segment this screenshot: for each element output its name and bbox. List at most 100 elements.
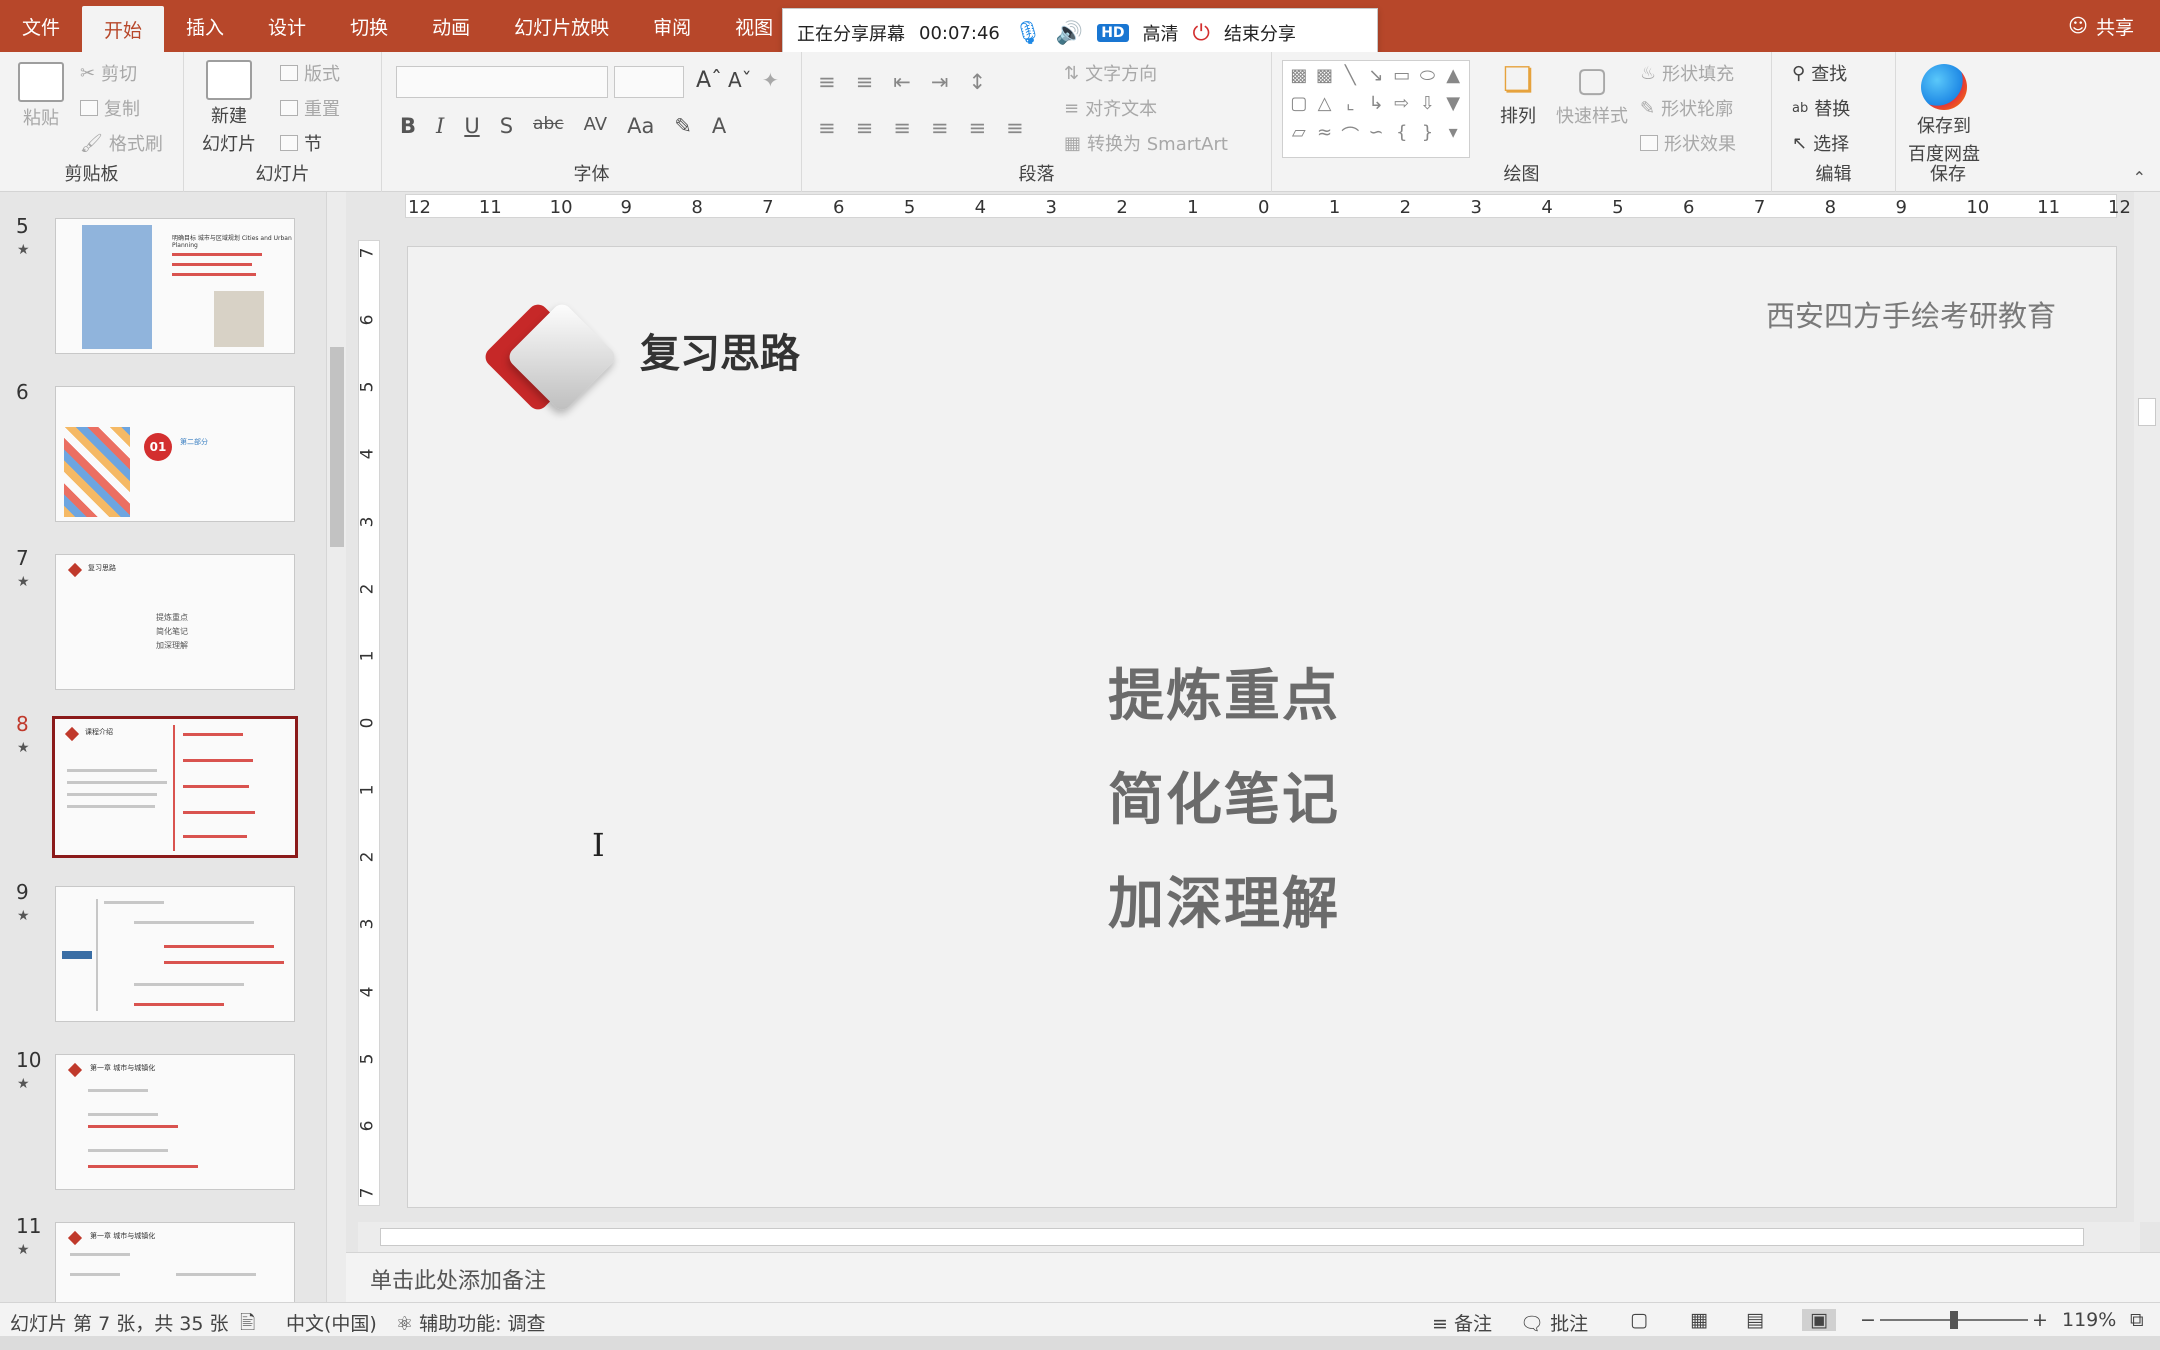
thumbnail-slide-10[interactable]: 第一章 城市与城镇化 [55,1054,295,1190]
find-button[interactable]: ⚲ 查找 [1792,60,1847,86]
tab-animations[interactable]: 动画 [410,0,492,52]
share-button[interactable]: ☺ 共享 [2068,0,2134,52]
save-to-baidu-button[interactable]: 保存到 百度网盘 [1908,64,1980,166]
replace-button[interactable]: ab 替换 [1792,95,1850,121]
thumbnail-slide-7[interactable]: 复习思路 提炼重点 简化笔记 加深理解 [55,554,295,690]
notes-button[interactable]: ≡ 备注 [1432,1309,1492,1336]
rectangle-shape-icon[interactable]: ▭ [1390,65,1414,91]
numbering-icon[interactable]: ≡ [856,70,874,94]
comments-button[interactable]: 🗨 批注 [1520,1309,1588,1336]
distribute-icon[interactable]: ≡ [968,116,986,140]
slide-heading[interactable]: 复习思路 [640,321,800,379]
scribble-shape-icon[interactable]: ≈ [1313,122,1337,153]
speaker-icon[interactable]: 🔊 [1056,21,1083,46]
zoom-level[interactable]: 119% [2062,1309,2116,1331]
right-brace-shape-icon[interactable]: } [1416,122,1440,153]
elbow-arrow-icon[interactable]: ↳ [1364,93,1388,119]
tab-home[interactable]: 开始 [82,6,165,52]
align-right-icon[interactable]: ≡ [893,116,911,140]
section-button[interactable]: 节 [280,130,322,156]
font-color-button[interactable]: A [712,114,726,138]
layout-button[interactable]: 版式 [280,60,340,86]
bullets-icon[interactable]: ≡ [818,70,836,94]
zoom-out-icon[interactable]: − [1860,1309,1876,1331]
tab-design[interactable]: 设计 [246,0,328,52]
bold-button[interactable]: B [400,114,416,138]
elbow-connector-icon[interactable]: ⌞ [1338,93,1362,119]
align-left-icon[interactable]: ≡ [818,116,836,140]
slideshow-view-icon[interactable]: ▣ [1802,1309,1836,1331]
reset-button[interactable]: 重置 [280,95,340,121]
reading-view-icon[interactable]: ▤ [1746,1309,1764,1331]
slide-point-1[interactable]: 提炼重点 [1108,651,1340,732]
smartart-button[interactable]: ▦ 转换为 SmartArt [1064,130,1228,156]
scrollbar-thumb[interactable] [330,347,344,547]
arrow-line-shape-icon[interactable]: ↘ [1364,65,1388,91]
fit-to-window-icon[interactable]: ⧉ [2130,1309,2144,1331]
down-arrow-shape-icon[interactable]: ⇩ [1416,93,1440,119]
line-spacing-icon[interactable]: ↕ [968,70,986,94]
zoom-in-icon[interactable]: + [2032,1309,2048,1331]
rounded-rect-shape-icon[interactable]: ▢ [1287,93,1311,119]
tab-insert[interactable]: 插入 [164,0,246,52]
columns-icon[interactable]: ≡ [1006,116,1024,140]
strikethrough-button[interactable]: abc [533,114,564,138]
char-spacing-button[interactable]: AV [584,114,607,138]
notes-pane[interactable]: 单击此处添加备注 [346,1252,2160,1302]
gallery-more-icon[interactable]: ▾ [1441,122,1465,153]
vertical-textbox-shape-icon[interactable]: ▩ [1313,65,1337,91]
shrink-font-button[interactable]: Aˇ [728,68,752,92]
gallery-down-icon[interactable]: ▼ [1441,93,1465,119]
new-slide-button[interactable]: 新建 幻灯片 [202,60,256,156]
thumbnail-slide-5[interactable]: 明确目标 城市与区域规划 Cities and Urban Planning [55,218,295,354]
highlight-icon[interactable]: ✎ [674,114,692,138]
collapse-ribbon-icon[interactable]: ⌃ [2133,168,2146,187]
triangle-shape-icon[interactable]: △ [1313,93,1337,119]
gallery-up-icon[interactable]: ▲ [1441,65,1465,91]
oval-shape-icon[interactable]: ⬭ [1416,65,1440,91]
copy-button[interactable]: 复制 [80,95,140,121]
freeform-shape-icon[interactable]: ▱ [1287,122,1311,153]
shape-fill-button[interactable]: ♨ 形状填充 [1640,60,1734,86]
quick-styles-button[interactable]: ▢ 快速样式 [1556,60,1628,128]
underline-button[interactable]: U [464,114,479,138]
format-painter-button[interactable]: 🖌 格式刷 [80,130,163,156]
grow-font-button[interactable]: Aˆ [696,68,722,93]
thumbnail-slide-8[interactable]: 课程介绍 [52,716,298,858]
right-arrow-shape-icon[interactable]: ⇨ [1390,93,1414,119]
tab-review[interactable]: 审阅 [631,0,713,52]
scrollbar-thumb[interactable] [380,1228,2084,1246]
thumbnail-slide-9[interactable] [55,886,295,1022]
slide-canvas[interactable]: 复习思路 西安四方手绘考研教育 提炼重点 简化笔记 加深理解 [407,246,2117,1208]
language-indicator[interactable]: 中文(中国) [286,1309,377,1336]
select-button[interactable]: ↖ 选择 [1792,130,1849,156]
thumbnail-scrollbar[interactable] [326,192,346,1302]
left-brace-shape-icon[interactable]: { [1390,122,1414,153]
font-size-combo[interactable] [614,66,684,98]
end-share-button[interactable]: 结束分享 [1224,20,1296,46]
change-case-button[interactable]: Aa [627,114,654,138]
normal-view-icon[interactable]: ▢ [1630,1309,1648,1331]
slide-point-3[interactable]: 加深理解 [1108,859,1340,940]
scrollbar-thumb[interactable] [2138,398,2156,426]
slide-brand[interactable]: 西安四方手绘考研教育 [1766,293,2056,335]
text-direction-button[interactable]: ⇅ 文字方向 [1064,60,1157,86]
paste-button[interactable]: 粘贴 [18,62,64,130]
arc-shape-icon[interactable]: ⌒ [1338,122,1362,153]
cut-button[interactable]: ✂ 剪切 [80,60,137,86]
shapes-gallery[interactable]: ▩ ▩ ╲ ↘ ▭ ⬭ ▲ ▢ △ ⌞ ↳ ⇨ ⇩ ▼ ▱ ≈ ⌒ ∽ { } … [1282,60,1470,158]
shape-outline-button[interactable]: ✎ 形状轮廓 [1640,95,1733,121]
textbox-shape-icon[interactable]: ▩ [1287,65,1311,91]
arrange-button[interactable]: ❏ 排列 [1500,60,1536,128]
italic-button[interactable]: I [436,114,444,138]
shape-effects-button[interactable]: 形状效果 [1640,130,1736,156]
microphone-icon[interactable]: 🎙 [1014,21,1042,46]
justify-icon[interactable]: ≡ [931,116,949,140]
line-shape-icon[interactable]: ╲ [1338,65,1362,91]
zoom-slider-handle[interactable] [1950,1311,1958,1329]
decrease-indent-icon[interactable]: ⇤ [893,70,911,94]
align-center-icon[interactable]: ≡ [856,116,874,140]
clear-format-icon[interactable]: ✦ [762,68,779,92]
shadow-button[interactable]: S [500,114,513,138]
tab-file[interactable]: 文件 [0,0,82,52]
